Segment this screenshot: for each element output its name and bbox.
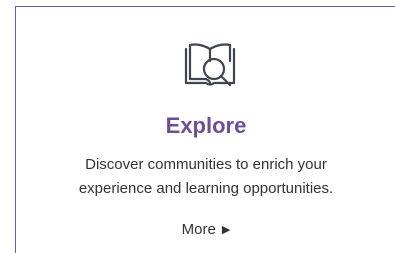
more-label: More [181, 221, 216, 238]
card-description: Discover communities to enrich your expe… [16, 153, 395, 201]
card-title: Explore [165, 113, 247, 138]
description-line-2: experience and learning opportunities. [78, 180, 334, 197]
caret-right-icon: ▶ [221, 224, 231, 236]
book-magnifier-icon [182, 39, 238, 91]
explore-card: Explore Discover communities to enrich y… [15, 6, 395, 253]
more-link[interactable]: More ▶ [16, 219, 395, 241]
description-line-1: Discover communities to enrich your [85, 156, 327, 173]
